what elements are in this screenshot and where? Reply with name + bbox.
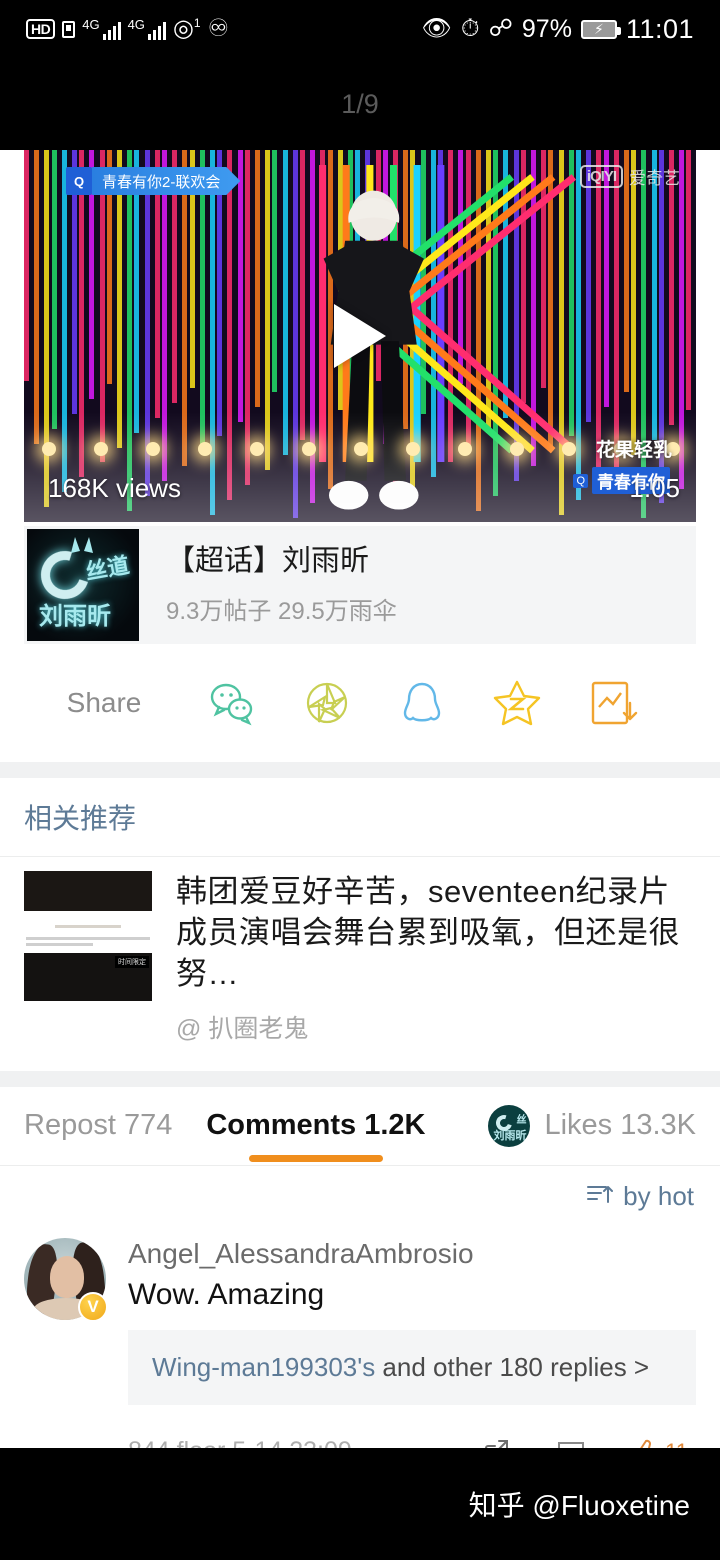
comment-text: Wow. Amazing	[128, 1277, 325, 1311]
status-clock: 11:01	[625, 13, 694, 44]
network-type-label: 4G	[82, 17, 100, 32]
topic-text-block: 【超话】刘雨昕 9.3万帖子 29.5万雨伞	[142, 544, 397, 626]
topic-logo-text-top: 丝道	[83, 552, 132, 585]
tab-likes-label: Likes 13.3K	[544, 1109, 696, 1142]
related-thumb-badge: 时间限定	[115, 956, 149, 969]
related-thumb-text-lines	[24, 937, 152, 949]
topic-card[interactable]: 丝道 刘雨昕 【超话】刘雨昕 9.3万帖子 29.5万雨伞	[24, 526, 696, 644]
music-icon: ♾	[207, 15, 230, 42]
source-tag-label: 青春有你2-联欢会	[92, 167, 240, 195]
engagement-tabs: Repost 774 Comments 1.2K 丝刘雨昕 Likes 13.3…	[0, 1087, 720, 1165]
avatar[interactable]: V	[24, 1237, 108, 1322]
related-thumb-photo-2: 时间限定	[24, 953, 152, 1001]
share-icon-list	[184, 677, 696, 729]
related-header: 相关推荐	[24, 803, 137, 834]
share-label: Share	[66, 687, 142, 718]
hd-icon: HD	[26, 19, 56, 39]
tabs-divider	[0, 1070, 720, 1087]
related-thumb-caption	[24, 915, 152, 933]
platform-watermark: iQIYI 爱奇艺	[579, 164, 680, 189]
share-row: Share	[24, 644, 696, 762]
tab-comments[interactable]: Comments 1.2K	[206, 1109, 425, 1142]
tab-likes[interactable]: 丝刘雨昕 Likes 13.3K	[488, 1104, 696, 1147]
sponsor-overlay-text: 花果轻乳	[595, 440, 672, 461]
phone-screen: HD 4G 4G ◎1 ♾ 👁 ⏱ ☍ 97% ⚡ 11:01 1/9 Q 青春…	[0, 0, 720, 1560]
bluetooth-icon: ☍	[488, 15, 513, 42]
related-thumbnail: 时间限定	[24, 871, 152, 1001]
qq-icon[interactable]	[396, 677, 448, 729]
related-body: 韩团爱豆好辛苦，seventeen纪录片成员演唱会舞台累到吸氧，但还是很努… @…	[176, 871, 696, 1045]
topic-logo-text-bottom: 刘雨昕	[39, 603, 111, 630]
alarm-icon: ⏱	[460, 15, 480, 42]
sort-row[interactable]: by hot	[0, 1166, 720, 1228]
play-button-icon[interactable]	[334, 304, 386, 368]
iqiyi-name: 爱奇艺	[629, 169, 680, 188]
video-source-tag[interactable]: Q 青春有你2-联欢会	[66, 166, 240, 196]
section-divider	[0, 762, 720, 778]
bottom-watermark-bar: 知乎 @Fluoxetine	[0, 1448, 720, 1560]
qzone-star-icon[interactable]	[491, 677, 543, 729]
iqiyi-mark: iQIYI	[579, 165, 623, 188]
topic-thumbnail: 丝道 刘雨昕	[27, 529, 139, 641]
related-thumb-photo-1	[24, 871, 152, 912]
content-sheet: Q 青春有你2-联欢会 iQIYI 爱奇艺 花果轻乳 Q 青春有你 168K v…	[0, 150, 720, 1477]
related-author: @ 扒圈老鬼	[176, 1014, 309, 1043]
sim-icon	[62, 20, 76, 38]
topic-title: 【超话】刘雨昕	[166, 545, 370, 578]
sort-label: by hot	[623, 1181, 694, 1212]
sponsor-mark-icon: Q	[573, 473, 588, 488]
video-view-count: 168K views	[48, 473, 181, 503]
related-title: 韩团爱豆好辛苦，seventeen纪录片成员演唱会舞台累到吸氧，但还是很努…	[176, 874, 680, 992]
hotspot-icon: ◎1	[172, 15, 201, 42]
topic-stats: 9.3万帖子 29.5万雨伞	[166, 597, 397, 625]
signal-bars-2	[147, 20, 166, 40]
sort-ascending-icon	[585, 1182, 614, 1211]
comment-body: Angel_AlessandraAmbrosio Wow. Amazing Wi…	[128, 1238, 696, 1477]
replies-link-user[interactable]: Wing-man199303's	[152, 1352, 375, 1382]
topic-badge-icon: 丝刘雨昕	[488, 1104, 531, 1147]
related-item[interactable]: 时间限定 韩团爱豆好辛苦，seventeen纪录片成员演唱会舞台累到吸氧，但还是…	[0, 857, 720, 1071]
battery-percent: 97%	[521, 14, 572, 43]
replies-box[interactable]: Wing-man199303's and other 180 replies >	[128, 1329, 696, 1405]
status-bar-right: 👁 ⏱ ☍ 97% ⚡ 11:01	[421, 14, 694, 45]
topic-logo-ears	[67, 535, 97, 553]
video-player[interactable]: Q 青春有你2-联欢会 iQIYI 爱奇艺 花果轻乳 Q 青春有你 168K v…	[24, 150, 696, 522]
wechat-icon[interactable]	[206, 677, 258, 729]
verified-badge-icon: V	[78, 1291, 108, 1322]
save-image-icon[interactable]	[586, 677, 638, 729]
status-bar: HD 4G 4G ◎1 ♾ 👁 ⏱ ☍ 97% ⚡ 11:01	[0, 0, 720, 58]
comment-username[interactable]: Angel_AlessandraAmbrosio	[128, 1238, 696, 1270]
network-type-label-2: 4G	[127, 17, 145, 32]
eye-icon: 👁	[421, 15, 452, 42]
source-logo-icon: Q	[66, 167, 92, 195]
signal-icon-2: 4G	[128, 18, 166, 40]
tab-repost[interactable]: Repost 774	[24, 1109, 172, 1142]
status-bar-left: HD 4G 4G ◎1 ♾	[26, 17, 229, 41]
moments-icon[interactable]	[301, 677, 353, 729]
battery-charging-icon: ⚡	[580, 19, 621, 39]
page-indicator: 1/9	[0, 58, 720, 150]
watermark-text: 知乎 @Fluoxetine	[468, 1490, 690, 1521]
replies-rest-text: and other 180 replies >	[375, 1351, 650, 1382]
signal-icon: 4G	[82, 17, 121, 40]
hotspot-count: 1	[193, 16, 201, 30]
comment-item: V Angel_AlessandraAmbrosio Wow. Amazing …	[0, 1228, 720, 1477]
video-duration: 1:05	[629, 473, 680, 503]
signal-bars	[102, 20, 121, 40]
